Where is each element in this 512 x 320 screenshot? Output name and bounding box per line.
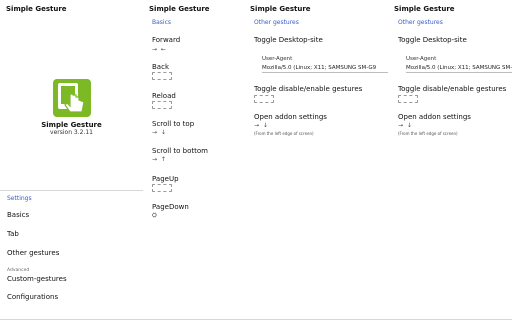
other-gestures-pane: Simple Gesture Other gestures Toggle Des…	[244, 0, 388, 320]
open-addon-settings-hint: (From the left edge of screen)	[254, 131, 314, 136]
pane-title: Simple Gesture	[6, 5, 67, 13]
toggle-gestures-empty-slot[interactable]	[398, 95, 418, 103]
pane-title: Simple Gesture	[394, 5, 455, 13]
gesture-forward[interactable]: Forward	[152, 36, 180, 44]
main-menu-pane: Simple Gesture Simple Gesture version 3.…	[0, 0, 143, 320]
gesture-scroll-bottom-arrows: → ↑	[152, 156, 167, 163]
user-agent-label: User-Agent	[262, 56, 293, 62]
nav-item-tab[interactable]: Tab	[7, 230, 19, 238]
gesture-pagedown[interactable]: PageDown	[152, 203, 189, 211]
gesture-forward-arrows: → ←	[152, 46, 167, 53]
app-version: version 3.2.11	[50, 129, 93, 136]
gesture-scroll-bottom[interactable]: Scroll to bottom	[152, 147, 208, 155]
open-addon-settings[interactable]: Open addon settings	[254, 113, 327, 121]
nav-item-configurations[interactable]: Configurations	[7, 293, 58, 301]
open-addon-settings-arrows: → ↓	[254, 122, 269, 129]
user-agent-label: User-Agent	[406, 56, 437, 62]
toggle-gestures[interactable]: Toggle disable/enable gestures	[254, 85, 362, 93]
toggle-desktop-site[interactable]: Toggle Desktop-site	[254, 36, 323, 44]
basics-pane: Simple Gesture Basics Forward → ← Back R…	[143, 0, 244, 320]
gesture-hand-icon	[52, 78, 92, 118]
gesture-back[interactable]: Back	[152, 63, 169, 71]
gesture-back-empty-slot[interactable]	[152, 72, 172, 80]
pane-title: Simple Gesture	[149, 5, 210, 13]
app-name: Simple Gesture	[41, 121, 102, 129]
toggle-desktop-site[interactable]: Toggle Desktop-site	[398, 36, 467, 44]
other-gestures-pane-duplicate: Simple Gesture Other gestures Toggle Des…	[388, 0, 512, 320]
open-addon-settings-hint: (From the left edge of screen)	[398, 131, 458, 136]
nav-item-custom-gestures[interactable]: Custom-gestures	[7, 275, 67, 283]
advanced-label: Advanced	[7, 268, 30, 273]
divider	[0, 190, 143, 191]
other-gestures-section-title: Other gestures	[254, 19, 299, 26]
gesture-reload-empty-slot[interactable]	[152, 101, 172, 109]
pane-title: Simple Gesture	[250, 5, 311, 13]
gesture-reload[interactable]: Reload	[152, 92, 176, 100]
toggle-gestures[interactable]: Toggle disable/enable gestures	[398, 85, 506, 93]
open-addon-settings[interactable]: Open addon settings	[398, 113, 471, 121]
nav-item-other-gestures[interactable]: Other gestures	[7, 249, 59, 257]
gesture-pageup[interactable]: PageUp	[152, 175, 179, 183]
gesture-pageup-empty-slot[interactable]	[152, 184, 172, 192]
other-gestures-section-title: Other gestures	[398, 19, 443, 26]
settings-section-title: Settings	[7, 195, 32, 202]
user-agent-field[interactable]: Mozilla/5.0 (Linux; X11; SAMSUNG SM-G9	[406, 64, 512, 73]
gesture-scroll-top[interactable]: Scroll to top	[152, 120, 194, 128]
nav-item-basics[interactable]: Basics	[7, 211, 29, 219]
basics-section-title: Basics	[152, 19, 172, 26]
toggle-gestures-empty-slot[interactable]	[254, 95, 274, 103]
gesture-pagedown-icon: ⛭	[152, 212, 158, 219]
open-addon-settings-arrows: → ↓	[398, 122, 413, 129]
gesture-scroll-top-arrows: → ↓	[152, 129, 167, 136]
user-agent-field[interactable]: Mozilla/5.0 (Linux; X11; SAMSUNG SM-G9	[262, 64, 388, 73]
